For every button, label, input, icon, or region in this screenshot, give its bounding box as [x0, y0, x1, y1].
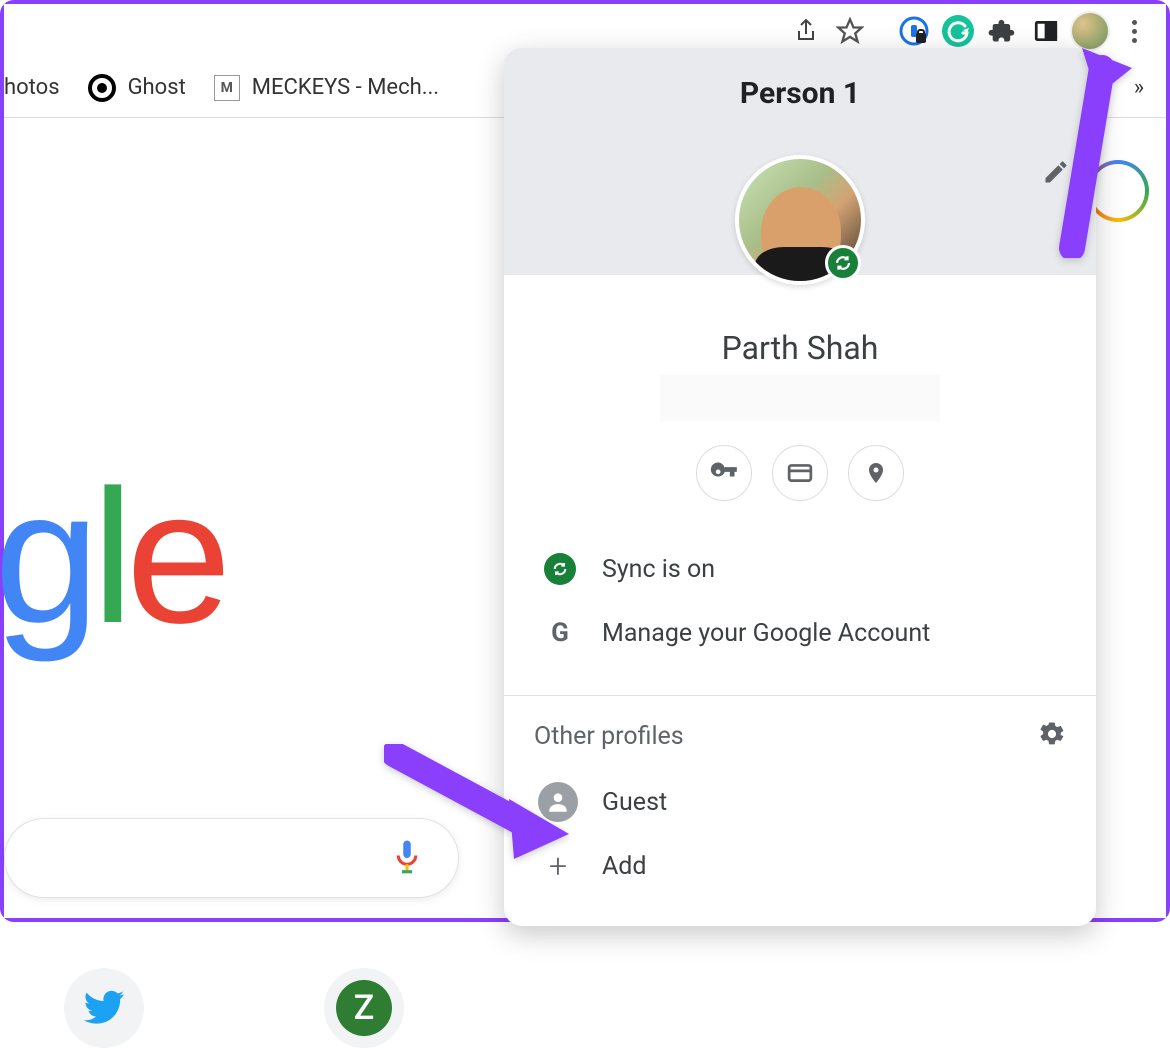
profile-settings-button[interactable] [1038, 720, 1066, 752]
bookmark-photos[interactable]: hotos [4, 75, 60, 100]
profile-switcher-popup: Person 1 Parth Shah [504, 48, 1096, 926]
extensions-puzzle-icon[interactable] [980, 9, 1024, 53]
shortcut-z[interactable]: Z [324, 968, 404, 1048]
guest-label: Guest [602, 788, 667, 817]
profile-title: Person 1 [526, 76, 1074, 111]
bookmark-label: MECKEYS - Mech... [252, 75, 439, 100]
annotation-arrow-bottom [384, 744, 574, 868]
ghost-favicon-icon [88, 74, 116, 102]
quick-actions-row [534, 445, 1066, 501]
shortcut-row: Z [64, 968, 404, 1048]
popup-body: Parth Shah Sync is on [504, 275, 1096, 689]
popup-footer: Other profiles Guest + Add [504, 702, 1096, 926]
add-profile-row[interactable]: + Add [534, 834, 1066, 898]
sync-status-label: Sync is on [602, 555, 715, 584]
user-email-redacted [660, 375, 940, 421]
bookmark-meckeys[interactable]: M MECKEYS - Mech... [214, 75, 439, 101]
meckeys-favicon-icon: M [214, 75, 240, 101]
popup-header: Person 1 [504, 48, 1096, 275]
key-icon [710, 459, 738, 487]
credit-card-icon [787, 460, 813, 486]
annotation-arrow-top [1042, 38, 1132, 262]
user-name: Parth Shah [534, 329, 1066, 367]
google-g-icon: G [542, 615, 578, 651]
share-icon[interactable] [784, 9, 828, 53]
action-list: Sync is on G Manage your Google Account [534, 537, 1066, 665]
guest-profile-row[interactable]: Guest [534, 770, 1066, 834]
sync-badge-icon [825, 245, 861, 281]
divider [504, 695, 1096, 696]
passwords-button[interactable] [696, 445, 752, 501]
payments-button[interactable] [772, 445, 828, 501]
location-pin-icon [864, 461, 888, 485]
addresses-button[interactable] [848, 445, 904, 501]
shortcut-twitter[interactable] [64, 968, 144, 1048]
bookmark-label: Ghost [128, 75, 186, 100]
gear-icon [1038, 720, 1066, 748]
bookmark-label: hotos [4, 75, 60, 100]
bookmark-star-icon[interactable] [828, 9, 872, 53]
extension-grammarly-icon[interactable] [936, 9, 980, 53]
bookmark-ghost[interactable]: Ghost [88, 74, 186, 102]
manage-account-label: Manage your Google Account [602, 619, 930, 648]
manage-account-row[interactable]: G Manage your Google Account [534, 601, 1066, 665]
add-label: Add [602, 852, 647, 881]
twitter-icon [82, 986, 126, 1030]
sync-on-icon [544, 553, 576, 585]
extension-onepassword-icon[interactable] [892, 9, 936, 53]
sync-status-row[interactable]: Sync is on [534, 537, 1066, 601]
profile-avatar-large [735, 155, 865, 285]
bookmarks-overflow-icon[interactable]: » [1134, 75, 1166, 100]
google-logo: gle [0, 448, 224, 666]
z-favicon-icon: Z [336, 980, 392, 1036]
